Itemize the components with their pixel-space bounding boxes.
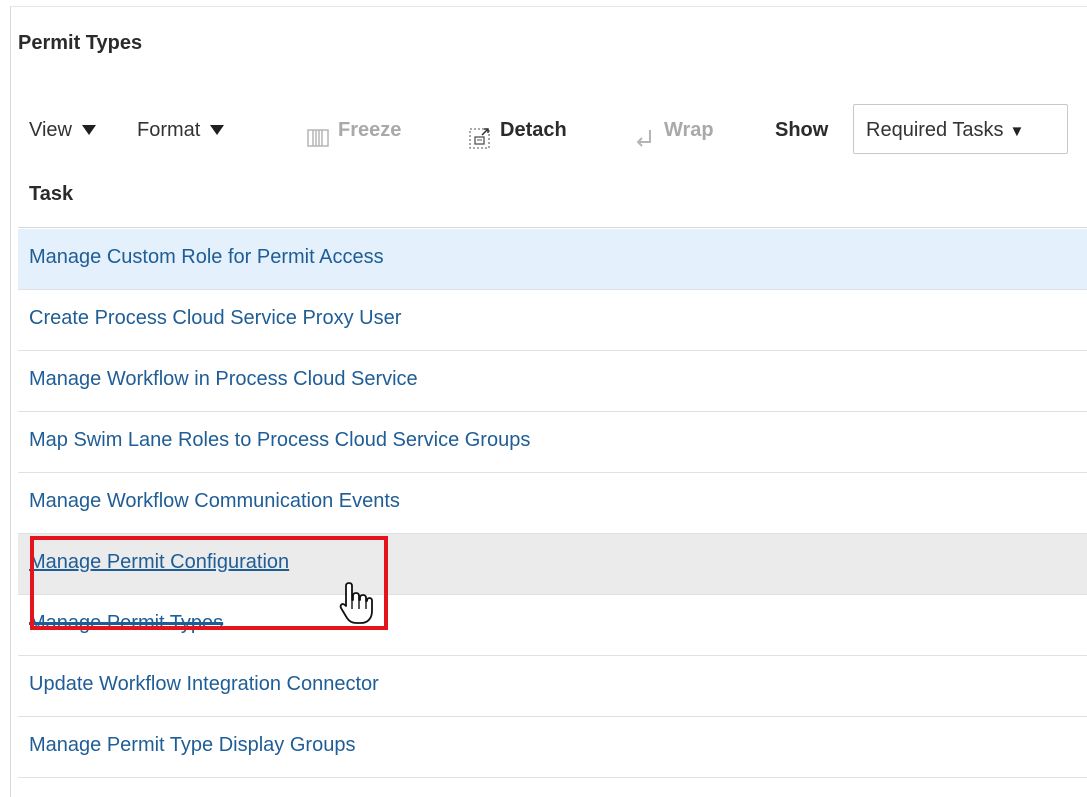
table-header: Task <box>18 165 1087 228</box>
task-link[interactable]: Create Process Cloud Service Proxy User <box>29 307 401 330</box>
column-header-task[interactable]: Task <box>29 183 73 206</box>
show-filter-value: Required Tasks <box>866 119 1004 141</box>
table-row[interactable]: Map Swim Lane Roles to Process Cloud Ser… <box>18 412 1087 473</box>
detach-label: Detach <box>500 119 567 141</box>
chevron-down-icon <box>210 125 225 135</box>
format-menu-button[interactable]: Format <box>137 104 225 156</box>
chevron-down-icon <box>82 125 96 135</box>
table-row[interactable]: Manage Permit Configuration <box>18 534 1087 595</box>
show-filter-select[interactable]: Required Tasks ▼ <box>853 104 1068 154</box>
task-link[interactable]: Manage Permit Configuration <box>29 551 289 574</box>
task-table-body: Manage Custom Role for Permit Access Cre… <box>18 229 1087 778</box>
hand-pointer-icon <box>338 581 374 625</box>
detach-icon <box>468 118 492 149</box>
table-row[interactable]: Manage Permit Types <box>18 595 1087 656</box>
format-menu-label: Format <box>137 119 201 141</box>
freeze-label: Freeze <box>338 119 402 141</box>
task-link[interactable]: Manage Permit Type Display Groups <box>29 734 355 757</box>
table-row[interactable]: Manage Workflow Communication Events <box>18 473 1087 534</box>
table-row[interactable]: Manage Custom Role for Permit Access <box>18 229 1087 290</box>
task-link[interactable]: Manage Workflow in Process Cloud Service <box>29 368 418 391</box>
table-row[interactable]: Create Process Cloud Service Proxy User <box>18 290 1087 351</box>
task-link[interactable]: Update Workflow Integration Connector <box>29 673 379 696</box>
detach-button[interactable]: Detach <box>468 104 567 156</box>
view-menu-button[interactable]: View <box>29 104 96 156</box>
task-link[interactable]: Map Swim Lane Roles to Process Cloud Ser… <box>29 429 530 452</box>
table-toolbar: View Format Freeze Detach Wrap Show Requ… <box>18 104 1087 156</box>
wrap-text-icon <box>632 118 656 147</box>
table-row[interactable]: Update Workflow Integration Connector <box>18 656 1087 717</box>
table-row[interactable]: Manage Workflow in Process Cloud Service <box>18 351 1087 412</box>
task-link[interactable]: Manage Permit Types <box>29 612 223 635</box>
wrap-button[interactable]: Wrap <box>632 104 714 156</box>
show-label: Show <box>775 119 829 141</box>
freeze-columns-icon <box>306 118 330 147</box>
chevron-down-icon: ▼ <box>1009 123 1025 140</box>
table-row[interactable]: Manage Permit Type Display Groups <box>18 717 1087 778</box>
task-link[interactable]: Manage Custom Role for Permit Access <box>29 246 384 269</box>
freeze-button[interactable]: Freeze <box>306 104 401 156</box>
view-menu-label: View <box>29 119 72 141</box>
panel-title: Permit Types <box>18 32 143 54</box>
wrap-label: Wrap <box>664 119 714 141</box>
task-link[interactable]: Manage Workflow Communication Events <box>29 490 400 513</box>
